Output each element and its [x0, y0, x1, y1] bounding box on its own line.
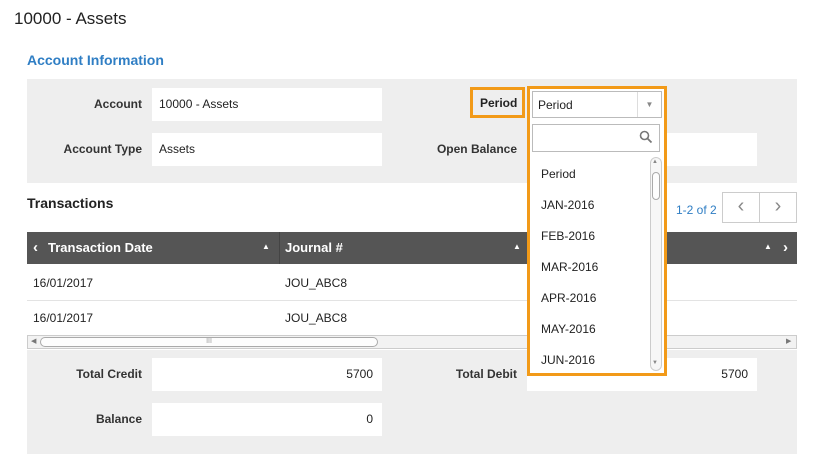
account-info-panel	[27, 79, 797, 183]
sort-icon[interactable]: ▲	[262, 232, 270, 262]
cell-journal: JOU_ABC8	[285, 276, 348, 290]
scroll-down-arrow-icon[interactable]: ▼	[652, 360, 658, 366]
total-credit-field[interactable]: 5700	[152, 358, 382, 391]
scroll-left-arrow-icon[interactable]: ◀	[31, 336, 36, 348]
period-option[interactable]: MAR-2016	[541, 260, 598, 274]
pager-next-button[interactable]: ›	[759, 192, 797, 223]
open-balance-label: Open Balance	[436, 142, 517, 156]
horizontal-scrollbar[interactable]: ◀ III ▶	[27, 335, 797, 349]
cell-journal: JOU_ABC8	[285, 311, 348, 325]
sort-icon[interactable]: ▲	[764, 232, 772, 262]
period-selected-value: Period	[538, 98, 573, 112]
period-option[interactable]: APR-2016	[541, 291, 596, 305]
table-row[interactable]: 16/01/2017 JOU_ABC8	[27, 301, 797, 336]
sort-icon[interactable]: ▲	[513, 232, 521, 262]
balance-field[interactable]: 0	[152, 403, 382, 436]
chevron-down-icon[interactable]: ▼	[637, 92, 661, 117]
transactions-heading: Transactions	[27, 195, 114, 211]
grid-header: ‹ Transaction Date ▲ Journal # ▲ ▲ ›	[27, 232, 797, 264]
account-information-heading: Account Information	[27, 52, 164, 68]
pager-text: 1-2 of 2	[676, 203, 717, 217]
scroll-left-icon[interactable]: ‹	[33, 232, 38, 264]
column-header-transaction-date[interactable]: Transaction Date	[48, 232, 153, 264]
scroll-right-arrow-icon[interactable]: ▶	[786, 336, 791, 348]
chevron-right-icon: ›	[774, 195, 782, 217]
account-field[interactable]: 10000 - Assets	[152, 88, 382, 121]
cell-transaction-date: 16/01/2017	[33, 311, 94, 325]
page-title: 10000 - Assets	[14, 9, 127, 28]
account-type-label: Account Type	[63, 142, 142, 156]
period-dropdown[interactable]: Period ▼ Period JAN-2016 FEB-2016 MAR-20…	[527, 86, 667, 376]
scrollbar-thumb[interactable]: III	[40, 337, 378, 347]
scroll-up-arrow-icon[interactable]: ▲	[652, 159, 658, 165]
period-list-scrollbar[interactable]: ▲ ▼	[650, 157, 662, 371]
search-icon	[639, 130, 653, 144]
total-credit-label: Total Credit	[76, 367, 142, 381]
balance-label: Balance	[95, 412, 142, 426]
table-row[interactable]: 16/01/2017 JOU_ABC8	[27, 266, 797, 301]
scrollbar-thumb[interactable]	[652, 172, 660, 200]
chevron-left-icon: ‹	[737, 195, 745, 217]
period-label: Period	[470, 87, 525, 118]
total-debit-label: Total Debit	[455, 367, 517, 381]
pager-prev-button[interactable]: ‹	[722, 192, 760, 223]
period-select[interactable]: Period ▼	[532, 91, 662, 118]
account-type-field[interactable]: Assets	[152, 133, 382, 166]
scroll-right-icon[interactable]: ›	[783, 232, 788, 264]
column-divider	[279, 232, 280, 264]
period-option[interactable]: MAY-2016	[541, 322, 596, 336]
period-option[interactable]: Period	[541, 167, 576, 181]
period-option[interactable]: FEB-2016	[541, 229, 595, 243]
account-label: Account	[94, 97, 142, 111]
period-option[interactable]: JAN-2016	[541, 198, 594, 212]
cell-transaction-date: 16/01/2017	[33, 276, 94, 290]
period-option[interactable]: JUN-2016	[541, 353, 595, 367]
period-options-list: Period JAN-2016 FEB-2016 MAR-2016 APR-20…	[530, 157, 664, 373]
column-header-journal[interactable]: Journal #	[285, 232, 343, 264]
period-search-input[interactable]	[532, 124, 660, 152]
